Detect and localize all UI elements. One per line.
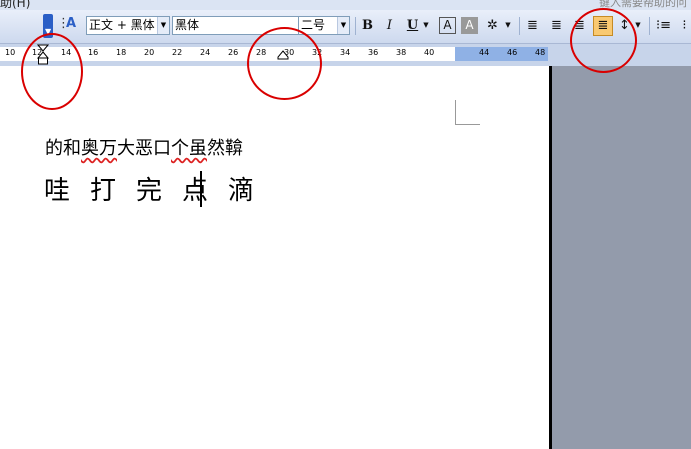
ruler-tick: 10 bbox=[5, 48, 16, 57]
document-line-1[interactable]: 的和奥万大恶口个虽然鞥 bbox=[45, 134, 243, 160]
annotation-circle bbox=[21, 33, 83, 110]
ruler-tick: 24 bbox=[200, 48, 211, 57]
styles-formatting-icon[interactable]: A bbox=[66, 16, 76, 31]
chevron-down-icon[interactable]: ▼ bbox=[421, 17, 431, 34]
separator bbox=[649, 17, 650, 35]
underline-button[interactable]: U bbox=[404, 17, 421, 34]
font-size-value: 二号 bbox=[301, 18, 326, 32]
ruler-tick: 16 bbox=[88, 48, 99, 57]
ruler-tick: 46 bbox=[507, 48, 518, 57]
text-run: 大恶口 bbox=[117, 138, 171, 159]
char-shading-button[interactable]: A bbox=[461, 17, 478, 34]
ruler-tick: 34 bbox=[340, 48, 351, 57]
ruler-tick: 26 bbox=[228, 48, 239, 57]
align-justify-icon[interactable]: ≣ bbox=[524, 17, 541, 34]
ruler-tick: 18 bbox=[116, 48, 127, 57]
ruler-tick: 40 bbox=[424, 48, 435, 57]
text-run-spellcheck: 奥万 bbox=[81, 138, 117, 159]
menu-bar: 助(H) 键入需要帮助的问 bbox=[0, 0, 691, 10]
style-combo[interactable]: 正文 + 黑体 ▼ bbox=[86, 16, 170, 35]
align-center-icon[interactable]: ≣ bbox=[548, 17, 565, 34]
bold-button[interactable]: B bbox=[359, 17, 376, 34]
ruler-tick: 44 bbox=[479, 48, 490, 57]
separator bbox=[355, 17, 356, 35]
chevron-down-icon[interactable]: ▼ bbox=[503, 17, 513, 34]
chevron-down-icon[interactable]: ▼ bbox=[157, 17, 169, 34]
chevron-down-icon[interactable]: ▼ bbox=[337, 17, 349, 34]
font-color-button[interactable]: A bbox=[439, 17, 456, 34]
text-run-spellcheck: 个虽 bbox=[171, 138, 207, 159]
ruler-tick: 22 bbox=[172, 48, 183, 57]
workspace-background bbox=[552, 66, 691, 449]
style-value: 正文 + 黑体 bbox=[89, 18, 155, 32]
ruler-tick: 20 bbox=[144, 48, 155, 57]
ruler-tick: 38 bbox=[396, 48, 407, 57]
numbering-icon[interactable]: ⁝≡ bbox=[655, 17, 672, 34]
separator bbox=[519, 17, 520, 35]
phonetic-guide-icon[interactable]: ✲ bbox=[484, 17, 501, 34]
ruler-tick: 48 bbox=[535, 48, 546, 57]
italic-button[interactable]: I bbox=[381, 17, 398, 34]
bullets-icon[interactable]: ⁝ bbox=[678, 17, 691, 34]
annotation-circle bbox=[570, 8, 637, 73]
annotation-circle bbox=[247, 27, 322, 100]
menu-help[interactable]: 助(H) bbox=[0, 0, 30, 10]
ruler-tick: 36 bbox=[368, 48, 379, 57]
margin-corner-mark bbox=[455, 100, 480, 125]
text-run: 的和 bbox=[45, 138, 81, 159]
document-line-2[interactable]: 哇打完点滴 bbox=[44, 170, 274, 207]
font-value: 黑体 bbox=[175, 18, 200, 32]
font-size-combo[interactable]: 二号 ▼ bbox=[298, 16, 350, 35]
text-run: 然鞥 bbox=[207, 138, 243, 159]
text-cursor bbox=[200, 171, 202, 207]
